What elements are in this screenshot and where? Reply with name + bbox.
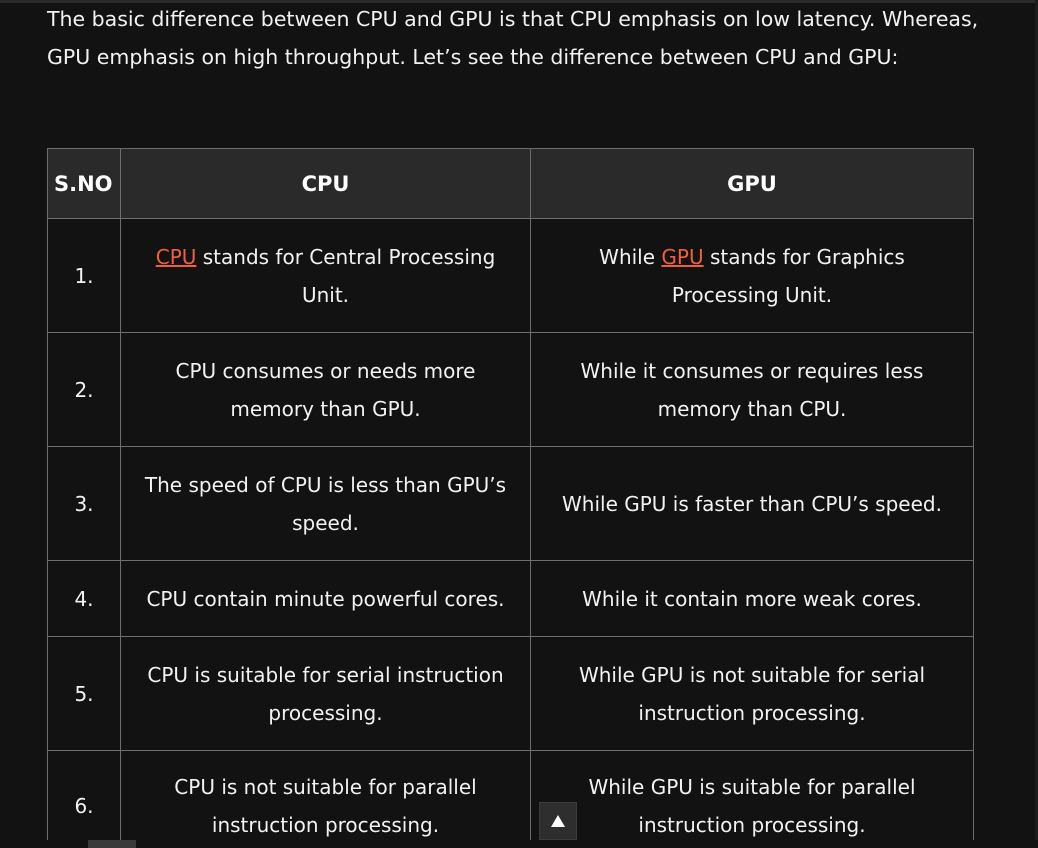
intro-paragraph: The basic difference between CPU and GPU… — [47, 7, 979, 69]
gpu-cell: While it consumes or requires less memor… — [530, 332, 974, 447]
header-cpu: CPU — [120, 148, 531, 219]
cpu-cell: CPU is not suitable for parallel instruc… — [120, 750, 531, 848]
header-gpu: GPU — [530, 148, 974, 219]
table-row: 3. The speed of CPU is less than GPU’s s… — [47, 446, 974, 561]
row-number: 3. — [47, 446, 121, 561]
gpu-link[interactable]: GPU — [661, 245, 703, 269]
cpu-cell-text: stands for Central Processing Unit. — [196, 244, 496, 307]
cpu-cell: CPU stands for Central Processing Unit. — [120, 218, 531, 333]
gpu-cell: While GPU stands for Graphics Processing… — [530, 218, 974, 333]
scroll-to-top-button[interactable] — [539, 802, 577, 840]
row-number: 1. — [47, 218, 121, 333]
gpu-cell: While GPU is faster than CPU’s speed. — [530, 446, 974, 561]
table-row: 1. CPU stands for Central Processing Uni… — [47, 218, 974, 333]
horizontal-scrollbar[interactable] — [0, 840, 1038, 848]
arrow-up-icon — [551, 815, 565, 827]
table-row: 5. CPU is suitable for serial instructio… — [47, 636, 974, 751]
cpu-cell: CPU is suitable for serial instruction p… — [120, 636, 531, 751]
scrollbar-thumb[interactable] — [88, 840, 136, 848]
row-number: 6. — [47, 750, 121, 848]
gpu-cell: While it contain more weak cores. — [530, 560, 974, 637]
table-header-row: S.NO CPU GPU — [47, 148, 974, 219]
cpu-cell: The speed of CPU is less than GPU’s spee… — [120, 446, 531, 561]
gpu-cell-prefix: While — [599, 244, 662, 269]
comparison-table: S.NO CPU GPU 1. CPU stands for Central P… — [47, 148, 974, 848]
cpu-cell: CPU consumes or needs more memory than G… — [120, 332, 531, 447]
table-row: 4. CPU contain minute powerful cores. Wh… — [47, 560, 974, 637]
gpu-cell: While GPU is suitable for parallel instr… — [530, 750, 974, 848]
gpu-cell: While GPU is not suitable for serial ins… — [530, 636, 974, 751]
row-number: 2. — [47, 332, 121, 447]
table-row: 2. CPU consumes or needs more memory tha… — [47, 332, 974, 447]
table-row: 6. CPU is not suitable for parallel inst… — [47, 750, 974, 848]
cpu-cell: CPU contain minute powerful cores. — [120, 560, 531, 637]
cpu-link[interactable]: CPU — [156, 245, 197, 269]
gpu-cell-text: stands for Graphics Processing Unit. — [671, 244, 905, 307]
header-sno: S.NO — [47, 148, 121, 219]
row-number: 4. — [47, 560, 121, 637]
row-number: 5. — [47, 636, 121, 751]
